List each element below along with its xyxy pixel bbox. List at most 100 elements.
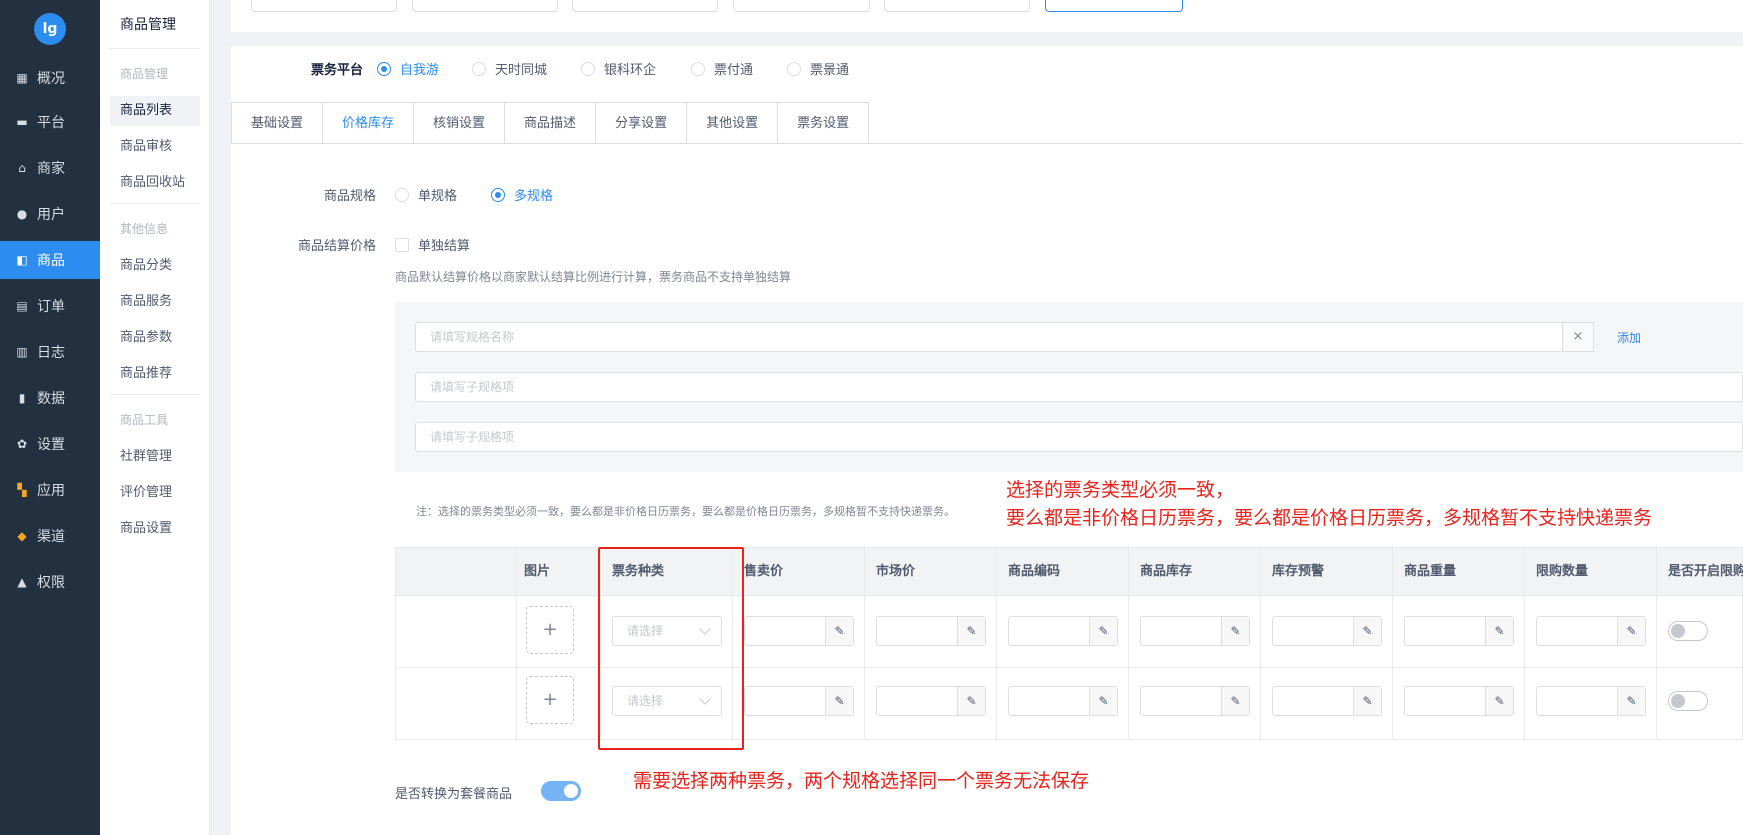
weight-input[interactable]: ✎ — [1404, 616, 1514, 646]
nav-item-apps[interactable]: ▚ 应用 — [0, 471, 100, 509]
tab-verification[interactable]: 核销设置 — [413, 102, 506, 144]
radio-yinke[interactable]: 银科环企 — [581, 59, 656, 78]
edit-icon[interactable]: ✎ — [1089, 617, 1117, 645]
col-header-stock-alert: 库存预警 — [1272, 564, 1325, 579]
nav-item-overview[interactable]: ▦ 概况 — [0, 59, 100, 97]
nav-item-product[interactable]: ◧ 商品 — [0, 241, 100, 279]
sale-price-input[interactable]: ✎ — [744, 686, 854, 716]
nav-item-settings[interactable]: ✿ 设置 — [0, 425, 100, 463]
gear-icon: ✿ — [16, 437, 28, 451]
checkbox-box — [395, 237, 409, 252]
clear-spec-button[interactable]: × — [1562, 322, 1594, 352]
radio-label: 单规格 — [418, 189, 458, 204]
submenu-item-service[interactable]: 商品服务 — [110, 287, 200, 317]
edit-icon[interactable]: ✎ — [1221, 687, 1249, 715]
nav-item-merchant[interactable]: ⌂ 商家 — [0, 149, 100, 187]
tab-share[interactable]: 分享设置 — [595, 102, 688, 144]
ticket-platform-label: 票务平台 — [310, 63, 363, 78]
nav-label: 数据 — [37, 391, 65, 407]
top-input-active[interactable] — [1045, 0, 1183, 12]
sale-price-input[interactable]: ✎ — [744, 616, 854, 646]
tab-ticket[interactable]: 票务设置 — [777, 102, 870, 144]
submenu-item-recommend[interactable]: 商品推荐 — [110, 359, 200, 389]
submenu-item-reviews[interactable]: 评价管理 — [110, 478, 200, 508]
sub-spec-input[interactable]: 请填写子规格项 — [415, 372, 1743, 402]
submenu-item-product-list[interactable]: 商品列表 — [110, 96, 200, 126]
stock-alert-input[interactable]: ✎ — [1272, 616, 1382, 646]
edit-icon[interactable]: ✎ — [1485, 687, 1513, 715]
radio-tianshi[interactable]: 天时同城 — [472, 59, 547, 78]
weight-input[interactable]: ✎ — [1404, 686, 1514, 716]
image-upload[interactable]: + — [526, 676, 574, 724]
nav-item-log[interactable]: ▥ 日志 — [0, 333, 100, 371]
column-divider — [1524, 548, 1525, 739]
submenu-item-product-review[interactable]: 商品审核 — [110, 132, 200, 162]
nav-item-permission[interactable]: ▲ 权限 — [0, 563, 100, 601]
edit-icon[interactable]: ✎ — [957, 617, 985, 645]
separate-settlement-checkbox[interactable]: 单独结算 — [395, 235, 470, 254]
tab-description[interactable]: 商品描述 — [504, 102, 597, 144]
market-price-input[interactable]: ✎ — [876, 686, 986, 716]
nav-item-order[interactable]: ▤ 订单 — [0, 287, 100, 325]
stock-input[interactable]: ✎ — [1140, 686, 1250, 716]
app-logo[interactable]: lg — [34, 13, 66, 45]
edit-icon[interactable]: ✎ — [1353, 617, 1381, 645]
radio-multi-spec[interactable]: 多规格 — [491, 185, 553, 204]
top-input[interactable] — [572, 0, 718, 12]
nav-item-channel[interactable]: ◆ 渠道 — [0, 517, 100, 555]
code-input[interactable]: ✎ — [1008, 686, 1118, 716]
submenu-group-label: 商品管理 — [120, 67, 169, 81]
tab-basic[interactable]: 基础设置 — [231, 102, 324, 144]
code-input[interactable]: ✎ — [1008, 616, 1118, 646]
nav-item-platform[interactable]: ▬ 平台 — [0, 103, 100, 141]
submenu-item-recycle-bin[interactable]: 商品回收站 — [110, 168, 200, 198]
tab-price-stock[interactable]: 价格库存 — [322, 102, 415, 144]
spec-name-input[interactable]: 请填写规格名称 — [415, 322, 1563, 352]
limit-input[interactable]: ✎ — [1536, 616, 1646, 646]
limit-toggle[interactable] — [1668, 621, 1708, 641]
edit-icon[interactable]: ✎ — [1221, 617, 1249, 645]
edit-icon[interactable]: ✎ — [825, 617, 853, 645]
add-spec-button[interactable]: 添加 — [1617, 329, 1641, 346]
top-input[interactable] — [251, 0, 397, 12]
image-upload[interactable]: + — [526, 606, 574, 654]
submenu-item-product-settings[interactable]: 商品设置 — [110, 514, 200, 544]
edit-icon[interactable]: ✎ — [1353, 687, 1381, 715]
radio-ziwoyou[interactable]: 自我游 — [377, 59, 439, 78]
nav-item-user[interactable]: ● 用户 — [0, 195, 100, 233]
combo-toggle[interactable] — [541, 781, 581, 801]
edit-icon[interactable]: ✎ — [1617, 617, 1645, 645]
sub-spec-input[interactable]: 请填写子规格项 — [415, 422, 1743, 452]
col-header-stock: 商品库存 — [1140, 564, 1193, 579]
market-price-input[interactable]: ✎ — [876, 616, 986, 646]
edit-icon[interactable]: ✎ — [957, 687, 985, 715]
edit-icon[interactable]: ✎ — [1089, 687, 1117, 715]
submenu-item-category[interactable]: 商品分类 — [110, 251, 200, 281]
edit-icon[interactable]: ✎ — [1617, 687, 1645, 715]
radio-dot — [581, 61, 595, 76]
tab-other[interactable]: 其他设置 — [686, 102, 779, 144]
edit-icon[interactable]: ✎ — [1485, 617, 1513, 645]
radio-label: 自我游 — [400, 63, 440, 78]
limit-input[interactable]: ✎ — [1536, 686, 1646, 716]
submenu-item-community[interactable]: 社群管理 — [110, 442, 200, 472]
edit-icon[interactable]: ✎ — [825, 687, 853, 715]
top-input[interactable] — [733, 0, 870, 12]
lock-icon: ▲ — [17, 575, 27, 589]
submenu-item-params[interactable]: 商品参数 — [110, 323, 200, 353]
radio-dot — [472, 61, 486, 76]
radio-piaojingtong[interactable]: 票景通 — [787, 59, 849, 78]
stock-input[interactable]: ✎ — [1140, 616, 1250, 646]
top-input[interactable] — [412, 0, 558, 12]
radio-single-spec[interactable]: 单规格 — [395, 185, 457, 204]
main-content: 票务平台 自我游 天时同城 银科环企 票付通 票景通 基础设置 价格库存 核销设… — [231, 46, 1743, 835]
limit-toggle[interactable] — [1668, 691, 1708, 711]
log-icon: ▥ — [16, 345, 28, 359]
radio-piaofutong[interactable]: 票付通 — [691, 59, 753, 78]
column-divider — [1656, 548, 1657, 739]
top-input[interactable] — [884, 0, 1030, 12]
store-icon: ⌂ — [18, 161, 26, 175]
stock-alert-input[interactable]: ✎ — [1272, 686, 1382, 716]
nav-item-data[interactable]: ▮ 数据 — [0, 379, 100, 417]
radio-label: 天时同城 — [495, 63, 548, 78]
